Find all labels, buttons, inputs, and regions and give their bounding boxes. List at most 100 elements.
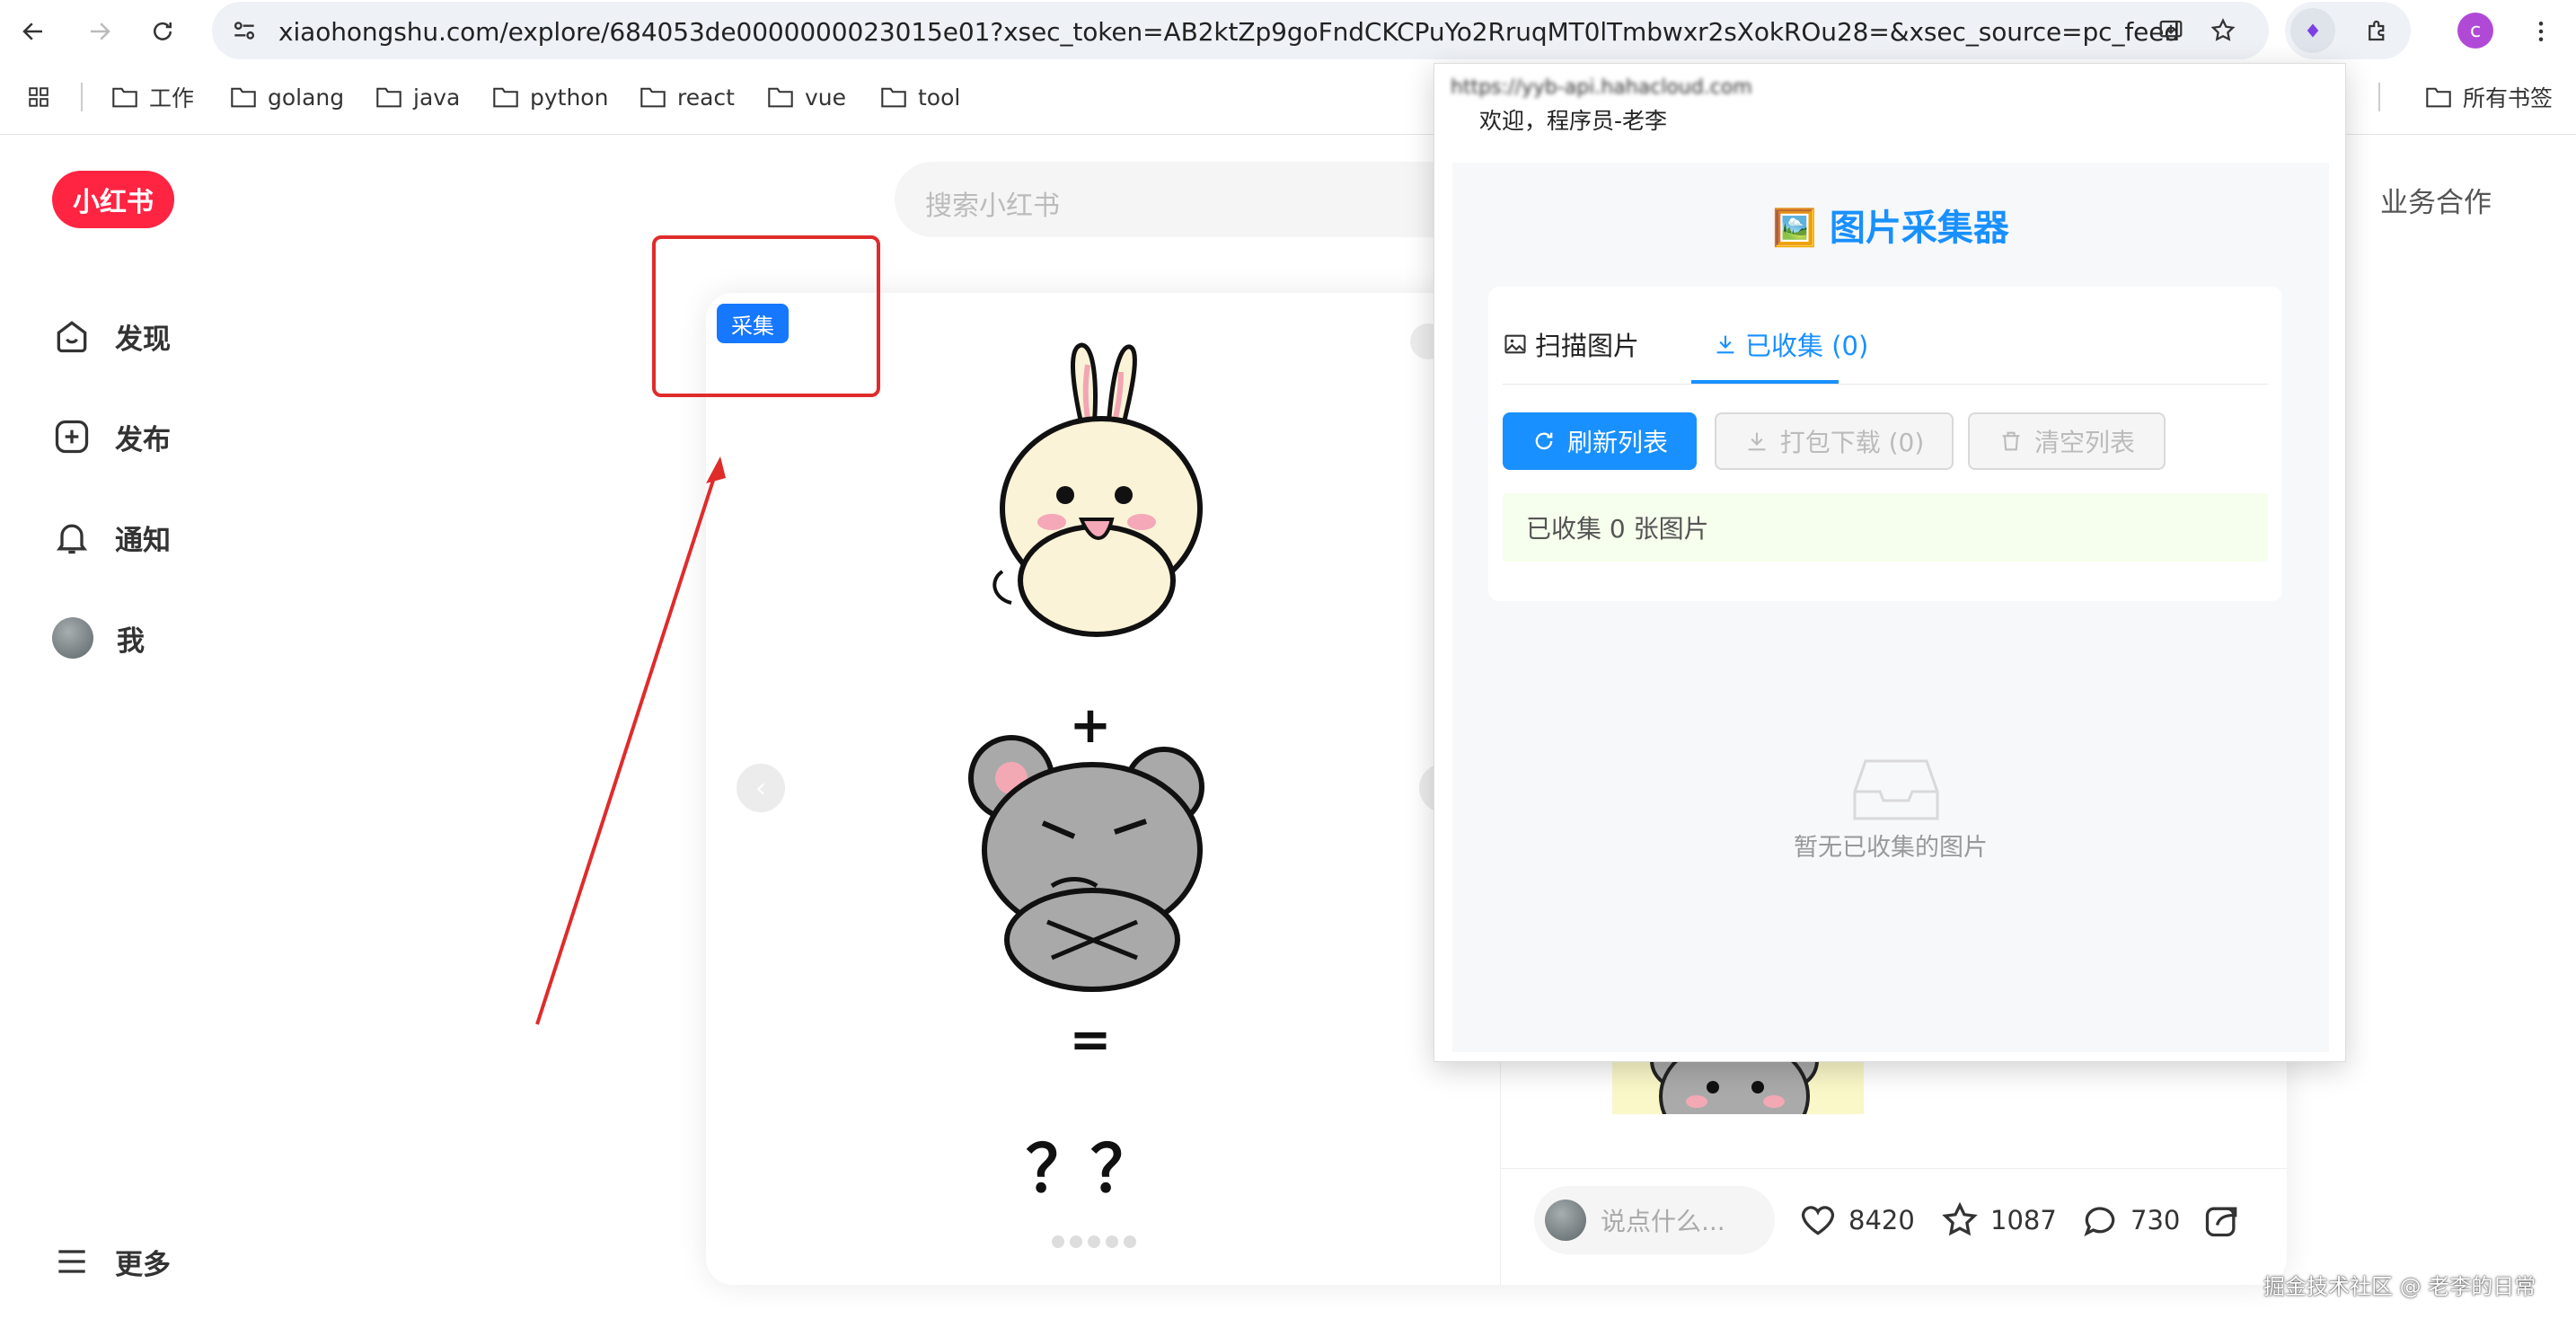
bookmark-folder[interactable]: 工作 xyxy=(111,81,194,113)
profile-avatar[interactable]: c xyxy=(2457,13,2493,49)
folder-icon xyxy=(112,87,137,108)
folder-icon xyxy=(2426,87,2451,108)
extension-gem-icon xyxy=(2307,23,2319,38)
meme-image[interactable]: + = ？？ xyxy=(706,293,1478,1285)
api-host-text: https://yyb-api.hahacloud.com xyxy=(1451,76,1752,99)
reload-icon xyxy=(154,22,172,40)
discover-icon xyxy=(57,321,87,353)
star-icon xyxy=(1942,1201,1978,1236)
tab-scan-images[interactable]: 扫描图片 xyxy=(1503,326,1639,362)
sidebar-item-publish[interactable]: 发布 xyxy=(52,410,171,464)
image-collector-popup: https://yyb-api.hahacloud.com 欢迎，程序员-老李 … xyxy=(1434,63,2346,1062)
star-button[interactable]: 1087 xyxy=(1940,1200,2057,1240)
sidebar-item-more[interactable]: 更多 xyxy=(52,1235,171,1288)
collector-extension-button[interactable] xyxy=(2290,8,2335,53)
folder-icon xyxy=(768,87,793,108)
share-button[interactable] xyxy=(2202,1200,2242,1240)
bookmark-folder[interactable]: java xyxy=(375,81,460,113)
popup-header: https://yyb-api.hahacloud.com 欢迎，程序员-老李 xyxy=(1434,64,2345,163)
forward-button[interactable] xyxy=(77,9,122,54)
comment-count: 730 xyxy=(2130,1205,2181,1235)
comment-button[interactable]: 730 xyxy=(2080,1200,2180,1240)
carousel-dots xyxy=(1052,1235,1136,1248)
tabs-divider xyxy=(1503,384,2268,385)
note-image-area: + = ？？ xyxy=(706,293,1478,1285)
folder-icon xyxy=(376,87,401,108)
install-app-button[interactable] xyxy=(2148,8,2193,53)
bell-icon xyxy=(56,524,88,554)
image-icon xyxy=(1504,334,1526,354)
sidebar-item-discover[interactable]: 发现 xyxy=(52,309,171,363)
search-input[interactable]: 搜索小红书 xyxy=(895,162,1523,237)
folder-icon xyxy=(640,87,666,108)
bookmarks-divider xyxy=(2378,83,2380,111)
bookmark-folder[interactable]: tool xyxy=(880,81,960,113)
refresh-list-button[interactable]: 刷新列表 xyxy=(1503,412,1697,470)
avatar xyxy=(1545,1200,1586,1241)
bunny-illustration xyxy=(992,342,1203,637)
like-button[interactable]: 8420 xyxy=(1798,1200,1915,1240)
comment-input[interactable]: 说点什么... xyxy=(1534,1186,1775,1254)
bookmark-folder[interactable]: vue xyxy=(767,81,846,113)
popup-title: 🖼️ 图片采集器 xyxy=(1772,208,2009,249)
trash-icon xyxy=(2002,431,2020,451)
plus-sign: + xyxy=(1070,696,1112,755)
site-logo[interactable]: 小红书 xyxy=(52,171,174,228)
bookmark-folder[interactable]: python xyxy=(492,81,608,113)
url-text[interactable]: xiaohongshu.com/explore/684053de00000000… xyxy=(278,17,2180,47)
folder-icon xyxy=(881,87,906,108)
popup-body: 🖼️ 图片采集器 扫描图片 已收集 (0) 刷新列表 打包下载 (0) 清空列表… xyxy=(1452,163,2329,1052)
back-arrow-icon xyxy=(22,22,42,40)
extensions-group xyxy=(2285,2,2411,59)
publish-icon xyxy=(55,420,89,454)
refresh-icon xyxy=(1535,432,1553,450)
browser-menu-button[interactable] xyxy=(2519,9,2563,54)
question-marks: ？？ xyxy=(1026,1131,1155,1207)
reload-button[interactable] xyxy=(140,9,185,54)
bookmark-star-button[interactable] xyxy=(2201,8,2245,53)
interaction-bar-divider xyxy=(1501,1168,2287,1169)
clear-list-button[interactable]: 清空列表 xyxy=(1968,412,2166,470)
comment-bubble-icon xyxy=(2084,1207,2115,1237)
tab-collected[interactable]: 已收集 (0) xyxy=(1713,326,1868,362)
annotation-arrow xyxy=(535,456,726,1025)
sidebar-item-me[interactable]: 我 xyxy=(52,611,145,665)
folder-icon xyxy=(231,87,256,108)
star-count: 1087 xyxy=(1990,1205,2057,1235)
apps-button[interactable] xyxy=(25,81,52,113)
sidebar-item-notifications[interactable]: 通知 xyxy=(52,510,171,564)
heart-icon xyxy=(1801,1206,1835,1235)
kebab-menu-icon xyxy=(2538,22,2544,41)
collect-button[interactable]: 采集 xyxy=(717,304,789,343)
bookmark-folder[interactable]: react xyxy=(640,81,735,113)
extensions-menu-button[interactable] xyxy=(2355,8,2400,53)
empty-state-text: 暂无已收集的图片 xyxy=(1794,834,1988,862)
download-icon xyxy=(1716,335,1734,354)
empty-inbox-icon xyxy=(1853,759,1939,820)
mouse-illustration xyxy=(968,735,1204,992)
chevron-left-icon: ‹ xyxy=(755,772,766,804)
bookmarks-divider xyxy=(81,83,83,111)
forward-arrow-icon xyxy=(91,22,110,40)
puzzle-icon xyxy=(2369,20,2385,41)
download-icon xyxy=(1748,432,1766,451)
back-button[interactable] xyxy=(11,9,56,54)
share-icon xyxy=(2205,1207,2237,1237)
collector-card: 扫描图片 已收集 (0) 刷新列表 打包下载 (0) 清空列表 已收集 0 张图… xyxy=(1488,287,2282,601)
like-count: 8420 xyxy=(1848,1205,1915,1235)
collected-count-alert: 已收集 0 张图片 xyxy=(1503,493,2268,562)
all-bookmarks-folder[interactable]: 所有书签 xyxy=(2425,81,2553,113)
bookmark-folder[interactable]: golang xyxy=(230,81,344,113)
folder-icon xyxy=(493,87,518,108)
address-bar[interactable]: xiaohongshu.com/explore/684053de00000000… xyxy=(212,2,2269,59)
hamburger-icon xyxy=(58,1250,85,1273)
pack-download-button[interactable]: 打包下载 (0) xyxy=(1715,412,1954,470)
avatar xyxy=(52,617,93,659)
carousel-prev-button[interactable]: ‹ xyxy=(737,764,785,812)
apps-grid-icon xyxy=(29,87,49,107)
search-placeholder: 搜索小红书 xyxy=(925,190,1060,222)
star-icon xyxy=(2210,18,2236,41)
site-settings-icon[interactable] xyxy=(230,16,259,45)
install-icon xyxy=(2159,20,2183,41)
business-link[interactable]: 业务合作 xyxy=(2380,180,2492,220)
